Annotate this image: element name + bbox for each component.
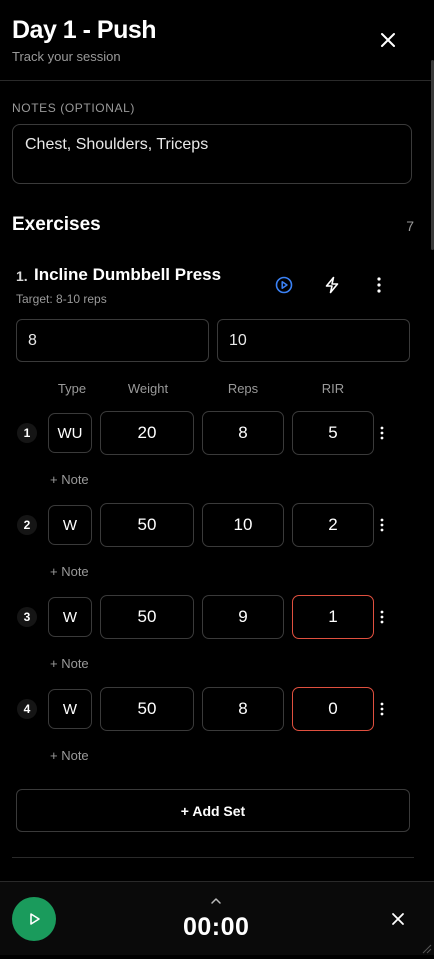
weight-input[interactable]: 50 [100,595,194,639]
weight-input[interactable]: 50 [100,687,194,731]
exercises-count: 7 [406,218,414,234]
reps-input[interactable]: 8 [202,411,284,455]
more-vertical-icon [380,610,384,624]
set-type-select[interactable]: W [48,597,92,637]
start-timer-button[interactable] [12,897,56,941]
add-note-link[interactable]: + Note [50,564,89,579]
weight-input[interactable]: 50 [100,503,194,547]
section-divider [12,857,414,858]
reps-input[interactable]: 10 [202,503,284,547]
exercise-number: 1. [16,268,28,284]
exercise-menu-button[interactable] [366,272,392,298]
set-menu-button[interactable] [376,606,388,628]
more-vertical-icon [380,518,384,532]
exercises-heading: Exercises [12,214,101,235]
set-number: 4 [17,699,37,719]
exercise-name[interactable]: Incline Dumbbell Press [34,265,221,285]
play-video-button[interactable] [271,272,297,298]
add-note-link[interactable]: + Note [50,748,89,763]
column-header-reps: Reps [227,381,259,396]
rir-input[interactable]: 2 [292,503,374,547]
rep-range-min-input[interactable]: 8 [16,319,209,362]
add-note-link[interactable]: + Note [50,472,89,487]
more-vertical-icon [380,702,384,716]
play-circle-icon [275,276,293,294]
header-divider [0,80,434,81]
set-number: 3 [17,607,37,627]
set-type-select[interactable]: WU [48,413,92,453]
chevron-up-icon [211,898,221,904]
reps-input[interactable]: 8 [202,687,284,731]
column-header-rir: RIR [321,381,345,396]
more-vertical-icon [380,426,384,440]
resize-grip-icon[interactable] [420,941,432,954]
column-header-type: Type [57,381,87,396]
set-menu-button[interactable] [376,422,388,444]
set-type-select[interactable]: W [48,689,92,729]
add-set-button[interactable]: + Add Set [16,789,410,832]
page-title: Day 1 - Push [12,16,157,44]
close-button[interactable] [376,28,400,52]
set-menu-button[interactable] [376,698,388,720]
expand-timer-button[interactable] [208,895,224,907]
set-menu-button[interactable] [376,514,388,536]
weight-input[interactable]: 20 [100,411,194,455]
close-icon [392,913,404,925]
set-type-select[interactable]: W [48,505,92,545]
add-note-link[interactable]: + Note [50,656,89,671]
close-timer-button[interactable] [388,909,408,929]
rir-input[interactable]: 1 [292,595,374,639]
reps-input[interactable]: 9 [202,595,284,639]
exercise-target: Target: 8-10 reps [16,292,107,306]
set-number: 2 [17,515,37,535]
rep-range-max-input[interactable]: 10 [217,319,410,362]
lightning-icon [325,276,339,294]
timer-display: 00:00 [183,913,250,941]
column-header-weight: Weight [127,381,169,396]
notes-field[interactable]: Chest, Shoulders, Triceps [12,124,412,184]
rir-input[interactable]: 5 [292,411,374,455]
set-number: 1 [17,423,37,443]
quick-action-button[interactable] [319,272,345,298]
play-icon [30,913,40,925]
page-subtitle: Track your session [12,49,121,64]
close-icon [381,33,395,47]
notes-label: NOTES (OPTIONAL) [12,101,135,115]
more-vertical-icon [377,277,381,293]
rir-input[interactable]: 0 [292,687,374,731]
